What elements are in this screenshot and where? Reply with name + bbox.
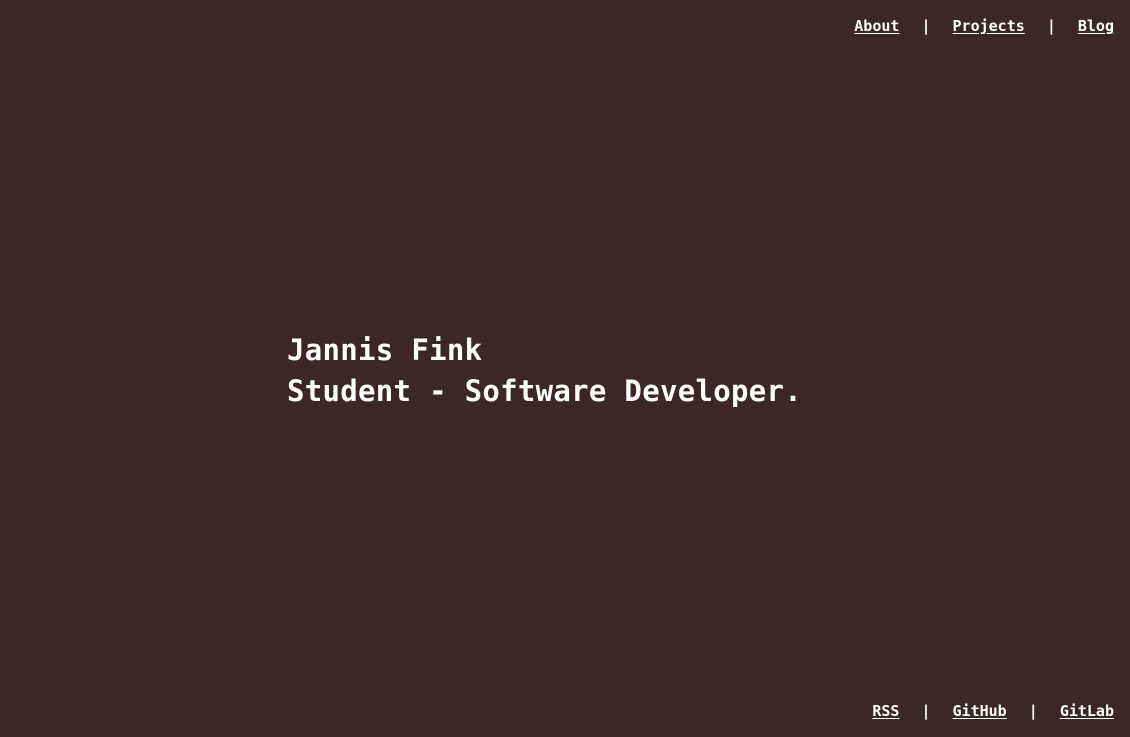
- footer-link-gitlab[interactable]: GitLab: [1060, 702, 1114, 720]
- nav-separator: |: [1028, 702, 1038, 720]
- nav-separator: |: [921, 702, 931, 720]
- hero-section: Jannis Fink Student - Software Developer…: [287, 330, 802, 412]
- hero-tagline: Student - Software Developer.: [287, 374, 803, 408]
- footer-nav: RSS | GitHub | GitLab: [872, 702, 1114, 720]
- nav-link-projects[interactable]: Projects: [953, 17, 1025, 35]
- nav-separator: |: [921, 17, 931, 35]
- nav-link-blog[interactable]: Blog: [1078, 17, 1114, 35]
- nav-separator: |: [1046, 17, 1056, 35]
- nav-link-about[interactable]: About: [854, 17, 899, 35]
- header-nav: About | Projects | Blog: [854, 17, 1114, 35]
- hero-name: Jannis Fink: [287, 333, 483, 367]
- footer-link-rss[interactable]: RSS: [872, 702, 899, 720]
- footer-link-github[interactable]: GitHub: [953, 702, 1007, 720]
